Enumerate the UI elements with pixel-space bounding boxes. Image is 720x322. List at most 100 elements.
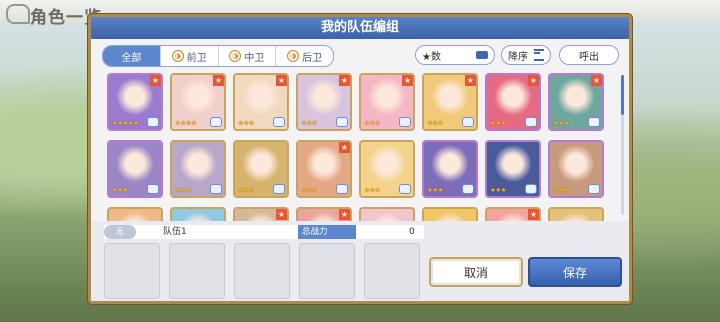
tab-back[interactable]: ◑ 后卫 <box>275 46 333 66</box>
favorite-star-icon: ★ <box>339 209 350 220</box>
rarity-stars: ★★★ <box>427 119 443 127</box>
character-card[interactable]: ★ ★★★★★ <box>107 73 163 131</box>
rank-badge-icon <box>462 184 474 194</box>
call-button[interactable]: 呼出 <box>559 45 619 65</box>
character-card[interactable]: ★ <box>296 207 352 221</box>
character-card[interactable]: ★ ★★★ <box>485 73 541 131</box>
cancel-button[interactable]: 取消 <box>429 257 523 287</box>
position-filter-tabs: 全部 ◑ 前卫 ◑ 中卫 ◑ 后卫 <box>102 45 334 67</box>
character-card[interactable]: ★ ★★★ <box>233 73 289 131</box>
tab-all[interactable]: 全部 <box>103 46 160 66</box>
character-card[interactable]: ★ <box>485 207 541 221</box>
character-card[interactable] <box>359 207 415 221</box>
character-card[interactable]: ★★★ <box>359 140 415 198</box>
team-edit-dialog: 我的队伍编组 全部 ◑ 前卫 ◑ 中卫 ◑ 后卫 ★数 降序 呼出 ★ ★★★★★ ★ ★★… <box>88 14 632 304</box>
rarity-stars: ★★★ <box>553 119 569 127</box>
character-portrait <box>424 209 476 221</box>
tab-label: 中卫 <box>244 52 265 64</box>
dropdown-icon <box>476 51 488 59</box>
party-slot[interactable] <box>169 243 225 299</box>
dialog-title: 我的队伍编组 <box>320 20 399 35</box>
position-icon: ◑ <box>287 50 300 62</box>
party-slot[interactable] <box>234 243 290 299</box>
character-card[interactable]: ★ ★★★ <box>296 140 352 198</box>
character-card[interactable]: ★★★ <box>170 140 226 198</box>
character-card[interactable]: ★★★ <box>485 140 541 198</box>
tab-middle[interactable]: ◑ 中卫 <box>217 46 276 66</box>
rank-badge-icon <box>399 184 411 194</box>
character-card[interactable]: ★ <box>233 207 289 221</box>
rank-badge-icon <box>588 117 600 127</box>
rarity-stars: ★★★ <box>301 119 317 127</box>
sort-order-button[interactable]: 降序 <box>501 45 551 65</box>
rank-badge-icon <box>210 184 222 194</box>
rarity-stars: ★★★ <box>238 186 254 194</box>
party-slot[interactable] <box>364 243 420 299</box>
character-card[interactable] <box>548 207 604 221</box>
party-badge: 无 <box>104 225 136 239</box>
grid-scrollbar[interactable] <box>621 75 624 215</box>
party-slot[interactable] <box>299 243 355 299</box>
favorite-star-icon: ★ <box>339 142 350 153</box>
favorite-star-icon: ★ <box>276 209 287 220</box>
rarity-stars: ★★★ <box>238 119 254 127</box>
character-grid: ★ ★★★★★ ★ ★★★★ ★ ★★★ ★ ★★★ ★ ★★★ ★ ★★★ ★ ★★★ ★ ★★★ ★★★ ★★… <box>107 71 615 221</box>
character-card[interactable]: ★ ★★★★ <box>170 73 226 131</box>
rank-badge-icon <box>147 117 159 127</box>
favorite-star-icon: ★ <box>276 75 287 86</box>
character-portrait <box>109 209 161 221</box>
rank-badge-icon <box>273 117 285 127</box>
character-card[interactable]: ★ ★★★ <box>296 73 352 131</box>
favorite-star-icon: ★ <box>528 209 539 220</box>
favorite-star-icon: ★ <box>591 75 602 86</box>
tab-front[interactable]: ◑ 前卫 <box>159 46 218 66</box>
tab-label: 全部 <box>121 52 142 64</box>
rank-badge-icon <box>210 117 222 127</box>
save-button[interactable]: 保存 <box>528 257 622 287</box>
tab-label: 后卫 <box>302 52 323 64</box>
rank-badge-icon <box>147 184 159 194</box>
party-info-strip <box>104 225 424 239</box>
total-power-label: 总战力 <box>298 225 356 239</box>
rarity-stars: ★★★ <box>301 186 317 194</box>
rarity-stars: ★★★ <box>490 119 506 127</box>
sort-field-label: ★数 <box>422 51 441 63</box>
favorite-star-icon: ★ <box>213 75 224 86</box>
rarity-stars: ★★★★ <box>175 119 197 127</box>
character-card[interactable] <box>170 207 226 221</box>
favorite-star-icon: ★ <box>402 75 413 86</box>
character-card[interactable]: ★ ★★★ <box>422 73 478 131</box>
rarity-stars: ★★★ <box>364 186 380 194</box>
character-card[interactable] <box>107 207 163 221</box>
party-slot[interactable] <box>104 243 160 299</box>
rank-badge-icon <box>336 184 348 194</box>
favorite-star-icon: ★ <box>528 75 539 86</box>
rank-badge-icon <box>462 117 474 127</box>
character-card[interactable]: ★ ★★★ <box>359 73 415 131</box>
rank-badge-icon <box>336 117 348 127</box>
rarity-stars: ★★★ <box>427 186 443 194</box>
sort-icon <box>534 49 544 61</box>
character-list-icon <box>6 4 30 24</box>
call-label: 呼出 <box>579 51 599 63</box>
party-name[interactable]: 队伍1 <box>163 225 187 239</box>
sort-field-select[interactable]: ★数 <box>415 45 495 65</box>
rank-badge-icon <box>588 184 600 194</box>
rank-badge-icon <box>525 184 537 194</box>
rank-badge-icon <box>399 117 411 127</box>
character-card[interactable]: ★★★ <box>233 140 289 198</box>
rank-badge-icon <box>525 117 537 127</box>
rarity-stars: ★★★ <box>553 186 569 194</box>
character-card[interactable]: ★★★ <box>422 140 478 198</box>
tab-label: 前卫 <box>186 52 207 64</box>
rank-badge-icon <box>273 184 285 194</box>
character-card[interactable]: ★★★ <box>548 140 604 198</box>
rarity-stars: ★★★ <box>490 186 506 194</box>
character-card[interactable]: ★ ★★★ <box>548 73 604 131</box>
scroll-thumb[interactable] <box>621 75 624 115</box>
character-portrait <box>172 209 224 221</box>
character-card[interactable]: ★★★ <box>107 140 163 198</box>
rarity-stars: ★★★★★ <box>112 119 139 127</box>
character-card[interactable] <box>422 207 478 221</box>
favorite-star-icon: ★ <box>465 75 476 86</box>
